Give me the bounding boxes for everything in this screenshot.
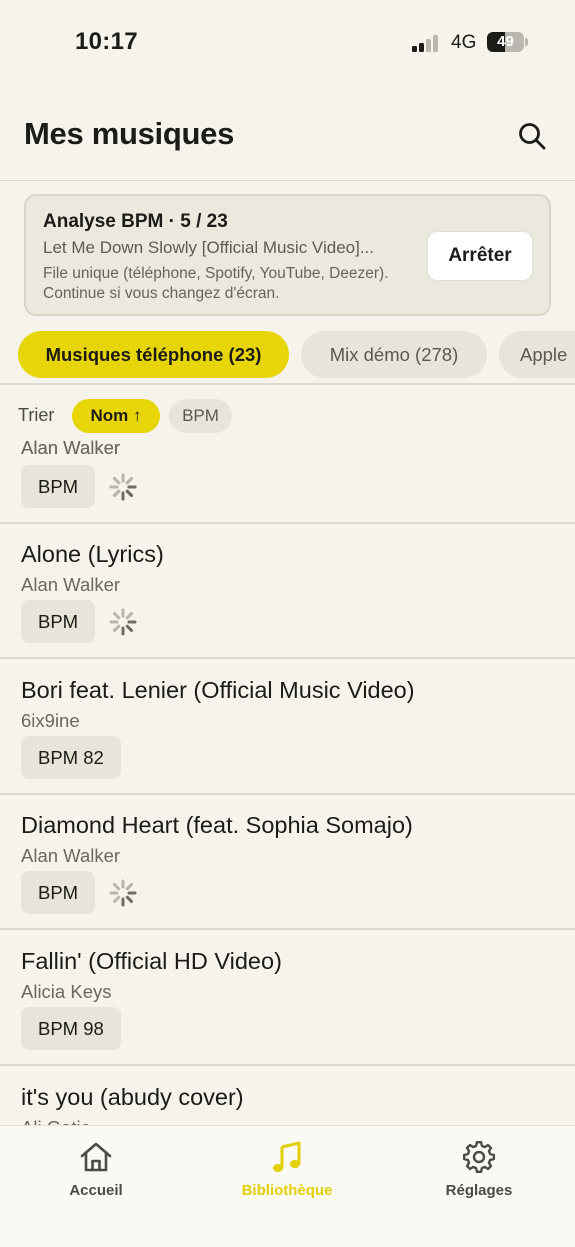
track-artist: Alan Walker — [21, 437, 121, 458]
tab-phone-music[interactable]: Musiques téléphone (23) — [18, 331, 289, 378]
bpm-chip[interactable]: BPM — [21, 871, 96, 914]
bpm-analysis-card: Analyse BPM · 5 / 23 Let Me Down Slowly … — [24, 194, 551, 316]
music-note-icon — [268, 1138, 306, 1176]
tab-apple[interactable]: Apple — [499, 331, 575, 378]
network-type: 4G — [451, 32, 477, 53]
tab-label: Bibliothèque — [241, 1182, 333, 1199]
status-time: 10:17 — [75, 28, 138, 55]
source-tabs: Musiques téléphone (23) Mix démo (278) A… — [18, 331, 575, 379]
loading-spinner-icon — [109, 879, 137, 907]
gear-icon — [460, 1138, 498, 1176]
row-divider — [0, 657, 575, 659]
header-divider — [0, 180, 575, 181]
loading-spinner-icon — [109, 473, 137, 501]
track-artist: 6ix9ine — [21, 710, 80, 731]
row-divider — [0, 928, 575, 930]
analysis-progress-title: Analyse BPM · 5 / 23 — [43, 211, 228, 232]
track-title: Bori feat. Lenier (Official Music Video) — [21, 677, 415, 703]
page-header: Mes musiques — [0, 96, 575, 180]
bottom-tab-bar: Accueil Bibliothèque Réglages — [0, 1125, 575, 1247]
sort-by-name-chip[interactable]: Nom ↑ — [72, 399, 160, 433]
track-row[interactable]: Alone (Lyrics) Alan Walker BPM — [0, 524, 575, 659]
battery-tip — [525, 38, 528, 46]
sort-label: Trier — [18, 405, 55, 425]
sort-by-bpm-chip[interactable]: BPM — [169, 399, 232, 433]
battery-percent: 49 — [497, 33, 514, 50]
tab-demo-mix[interactable]: Mix démo (278) — [301, 331, 487, 378]
bpm-chip[interactable]: BPM — [21, 600, 96, 643]
track-row[interactable]: Diamond Heart (feat. Sophia Somajo) Alan… — [0, 795, 575, 930]
tab-settings[interactable]: Réglages — [414, 1138, 544, 1199]
row-divider — [0, 522, 575, 524]
track-artist: Alicia Keys — [21, 981, 112, 1002]
first-row-visible-part: Alan Walker BPM — [0, 433, 575, 524]
stop-analysis-button[interactable]: Arrêter — [427, 231, 533, 281]
bpm-chip[interactable]: BPM — [21, 465, 96, 508]
tab-home[interactable]: Accueil — [31, 1138, 161, 1199]
track-row[interactable]: Bori feat. Lenier (Official Music Video)… — [0, 660, 575, 795]
track-artist: Alan Walker — [21, 845, 121, 866]
signal-strength-icon — [412, 34, 442, 52]
track-row[interactable]: Fallin' (Official HD Video) Alicia Keys … — [0, 931, 575, 1066]
battery-icon: 49 — [487, 32, 524, 52]
track-artist: Ali Gatie — [21, 1117, 91, 1125]
tabs-divider — [0, 383, 575, 385]
tab-label: Accueil — [69, 1182, 123, 1199]
search-icon — [519, 123, 546, 150]
track-title: Fallin' (Official HD Video) — [21, 948, 282, 974]
home-icon — [77, 1138, 115, 1176]
track-title: it's you (abudy cover) — [21, 1084, 244, 1110]
loading-spinner-icon — [109, 608, 137, 636]
row-divider — [0, 1064, 575, 1066]
page-title: Mes musiques — [24, 116, 235, 151]
analysis-note: File unique (téléphone, Spotify, YouTube… — [43, 265, 389, 302]
bpm-chip[interactable]: BPM 82 — [21, 736, 121, 779]
tab-label: Réglages — [445, 1182, 513, 1199]
track-row[interactable]: it's you (abudy cover) Ali Gatie — [0, 1067, 575, 1125]
track-title: Alone (Lyrics) — [21, 541, 164, 567]
analysis-current-track: Let Me Down Slowly [Official Music Video… — [43, 238, 375, 257]
search-button[interactable] — [512, 116, 552, 156]
bpm-chip[interactable]: BPM 98 — [21, 1007, 121, 1050]
track-artist: Alan Walker — [21, 574, 121, 595]
tab-library[interactable]: Bibliothèque — [222, 1138, 352, 1199]
status-bar: 10:17 4G 49 — [0, 0, 575, 86]
track-title: Diamond Heart (feat. Sophia Somajo) — [21, 812, 413, 838]
